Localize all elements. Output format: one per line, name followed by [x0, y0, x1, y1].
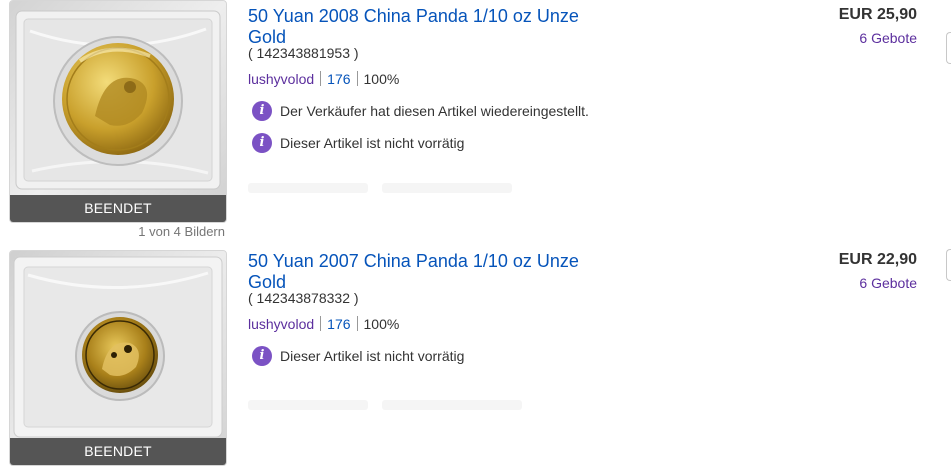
seller-info: lushyvolod 176 100%	[248, 71, 399, 87]
divider	[320, 316, 322, 331]
divider	[356, 316, 358, 331]
info-icon: i	[252, 101, 272, 121]
item-number: ( 142343878332 )	[248, 290, 359, 306]
notice-text: Dieser Artikel ist nicht vorrätig	[280, 135, 465, 151]
feedback-percent: 100%	[363, 71, 400, 87]
placeholder-row	[248, 397, 536, 410]
item-number: ( 142343881953 )	[248, 45, 359, 61]
feedback-percent: 100%	[363, 316, 400, 332]
item-price: EUR 22,90	[838, 251, 917, 268]
ended-banner: BEENDET	[10, 438, 226, 465]
bid-count-link[interactable]: 6 Gebote	[859, 30, 917, 46]
item-title-link[interactable]: 50 Yuan 2008 China Panda 1/10 oz Unze Go…	[248, 6, 608, 48]
out-of-stock-notice: i Dieser Artikel ist nicht vorrätig	[252, 133, 464, 153]
seller-name-link[interactable]: lushyvolod	[248, 71, 314, 87]
feedback-count-link[interactable]: 176	[327, 71, 350, 87]
info-icon: i	[252, 133, 272, 153]
item-price: EUR 25,90	[838, 6, 917, 23]
listing-item: BEENDET 1 von 4 Bildern 50 Yuan 2008 Chi…	[0, 0, 951, 245]
coin-photo	[10, 1, 226, 222]
notice-text: Dieser Artikel ist nicht vorrätig	[280, 348, 465, 364]
watch-button-edge[interactable]	[946, 249, 951, 281]
placeholder-row	[248, 180, 526, 193]
out-of-stock-notice: i Dieser Artikel ist nicht vorrätig	[252, 346, 464, 366]
ended-banner: BEENDET	[10, 195, 226, 222]
item-title-link[interactable]: 50 Yuan 2007 China Panda 1/10 oz Unze Go…	[248, 251, 608, 293]
feedback-count-link[interactable]: 176	[327, 316, 350, 332]
item-thumbnail[interactable]: BEENDET	[9, 0, 227, 223]
relisted-notice: i Der Verkäufer hat diesen Artikel wieder…	[252, 101, 589, 121]
photo-count: 1 von 4 Bildern	[138, 224, 225, 239]
bid-count-link[interactable]: 6 Gebote	[859, 275, 917, 291]
divider	[356, 71, 358, 86]
coin-photo	[10, 251, 226, 465]
item-thumbnail[interactable]: BEENDET	[9, 250, 227, 466]
info-icon: i	[252, 346, 272, 366]
divider	[320, 71, 322, 86]
seller-info: lushyvolod 176 100%	[248, 316, 399, 332]
watch-button-edge[interactable]	[946, 32, 951, 64]
listing-item: BEENDET 50 Yuan 2007 China Panda 1/10 oz…	[0, 245, 951, 466]
notice-text: Der Verkäufer hat diesen Artikel wiedere…	[280, 103, 589, 119]
seller-name-link[interactable]: lushyvolod	[248, 316, 314, 332]
